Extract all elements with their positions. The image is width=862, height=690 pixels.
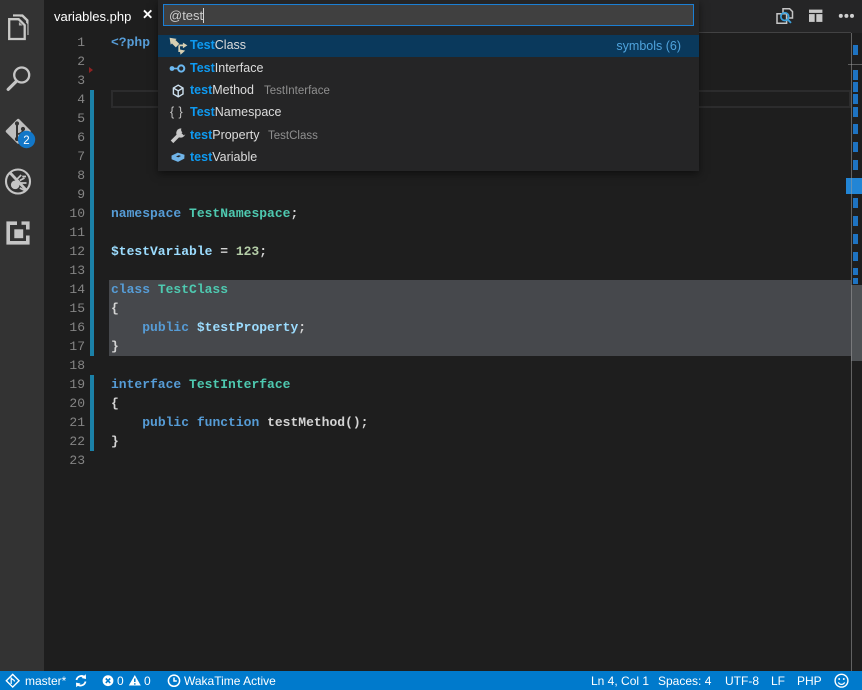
svg-text:2: 2 xyxy=(23,135,29,147)
